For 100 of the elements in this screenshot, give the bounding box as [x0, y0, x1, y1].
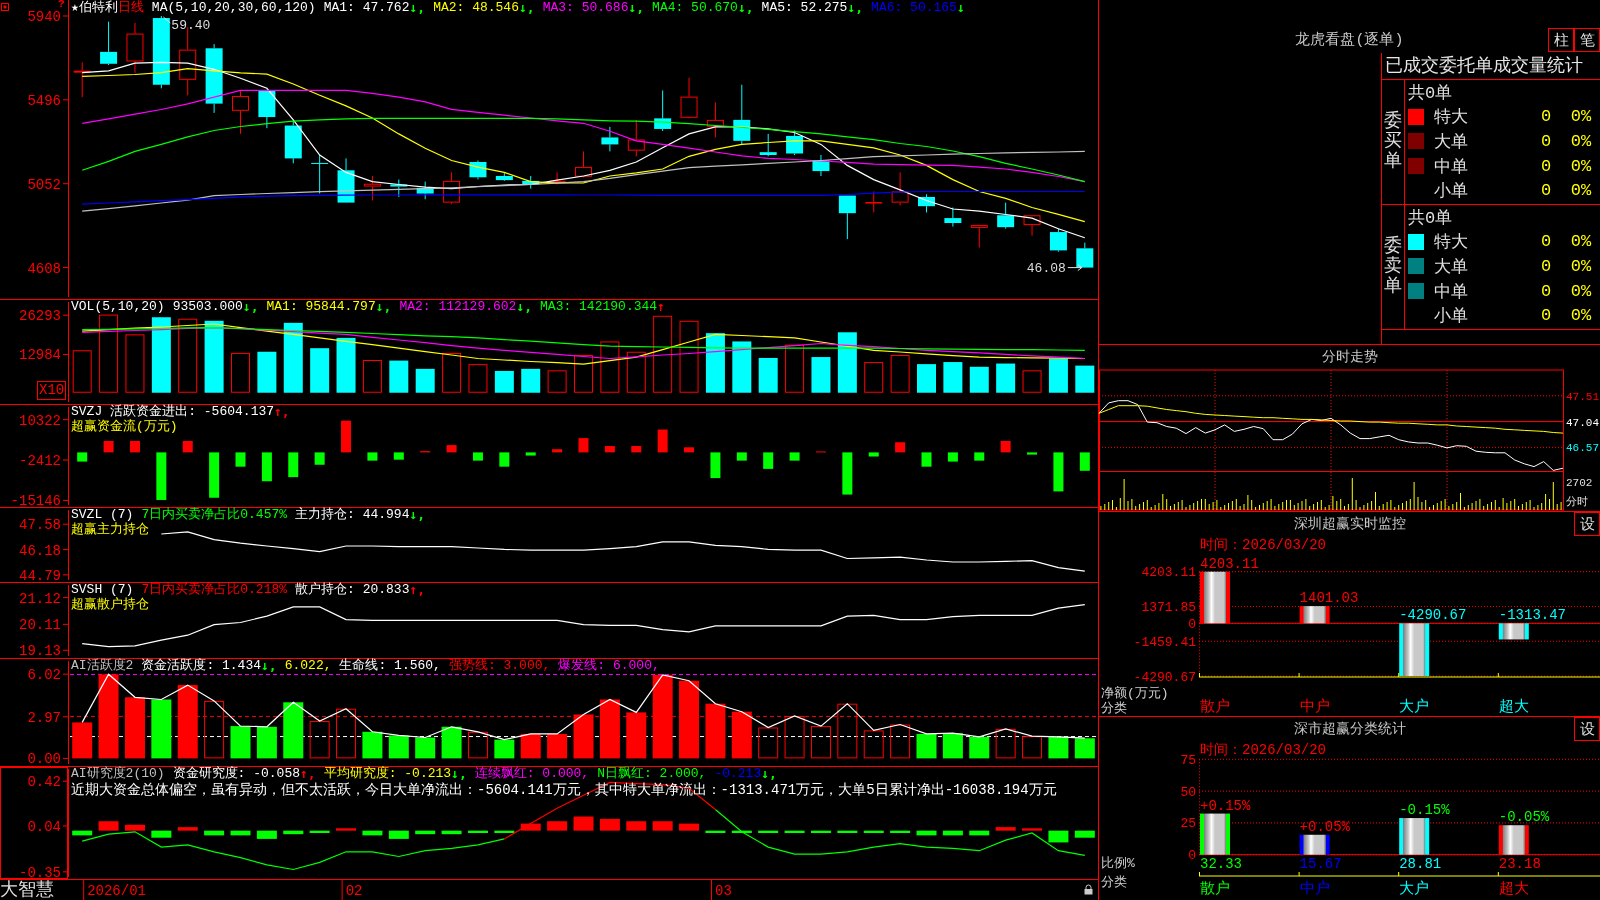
fund-flow-bar	[77, 452, 88, 462]
activity-bar	[758, 727, 779, 759]
research-bar	[336, 828, 357, 831]
activity-bar	[837, 703, 858, 759]
research-bar	[283, 830, 304, 835]
activity-bar	[388, 735, 409, 759]
activity-bar	[467, 731, 488, 759]
change-label: -0.15%	[1399, 802, 1450, 819]
candlestick	[1076, 242, 1094, 269]
volume-bar	[442, 352, 462, 393]
view-button[interactable]: 笔	[1574, 28, 1600, 52]
value-label: 28.81	[1399, 856, 1442, 872]
fund-flow-bar	[288, 452, 299, 478]
axis-label: 21.12	[19, 590, 61, 607]
research-bar	[863, 830, 884, 833]
axis-label: 2702	[1566, 477, 1593, 489]
help-icon[interactable]: ?	[58, 0, 65, 10]
axis-label: 50	[1180, 784, 1196, 800]
legend-item: 散户持仓: 20.833	[295, 583, 410, 597]
date-label: 2026/01	[87, 883, 146, 899]
brand-label: 大智慧	[0, 880, 54, 900]
axis-label: 47.51	[1566, 390, 1599, 403]
axis-label: 44.79	[19, 567, 61, 584]
axis-label: 0	[1188, 616, 1196, 632]
research-bar	[599, 818, 620, 831]
fund-flow-bar	[921, 452, 932, 467]
axis-label: -2412	[19, 453, 61, 470]
research-bar	[309, 830, 330, 833]
candlestick	[73, 61, 91, 98]
fund-flow-bar	[499, 452, 510, 467]
fund-flow-bar	[156, 452, 167, 500]
research-bar	[969, 830, 990, 836]
net-amount-bar	[1299, 606, 1330, 624]
volume-bar	[362, 360, 382, 393]
volume-bar	[494, 370, 514, 393]
order-count: 0	[1540, 156, 1552, 176]
panel-title: 分时走势	[1321, 349, 1378, 365]
unit-tag: X10	[37, 381, 67, 400]
research-bar	[547, 821, 568, 831]
order-share: 0%	[1570, 281, 1592, 301]
legend-item: 平均研究度: -0.213	[323, 767, 452, 781]
lock-icon[interactable]	[1084, 884, 1093, 895]
fund-flow-bar	[604, 446, 615, 453]
axis-title: 净额(万元)	[1101, 686, 1169, 701]
fund-flow-bar	[1079, 452, 1090, 471]
volume-bar	[705, 333, 725, 393]
research-bar	[362, 830, 383, 836]
axis-label: 26293	[19, 308, 61, 325]
panel-title: 深市超赢分类统计	[1293, 721, 1406, 737]
activity-bar	[230, 726, 251, 759]
research-bar	[441, 830, 462, 835]
volume-bar	[917, 364, 936, 393]
activity-bar	[441, 726, 462, 759]
category-label: 超大	[1498, 699, 1529, 716]
category-label: 中户	[1299, 699, 1330, 716]
activity-bar	[573, 714, 594, 759]
time-label: 时间：2026/03/20	[1200, 742, 1326, 758]
square-icon[interactable]	[1, 3, 9, 11]
indicator-caption: 超赢散户持仓	[71, 597, 149, 613]
settings-button[interactable]: 设	[1574, 512, 1600, 536]
order-share: 0%	[1570, 257, 1592, 276]
research-bar	[1022, 828, 1043, 831]
row-label: 中单	[1434, 281, 1468, 303]
activity-bar	[283, 702, 304, 759]
fund-flow-bar	[341, 420, 352, 453]
axis-label: 0.42	[27, 774, 61, 791]
settings-button[interactable]: 设	[1574, 717, 1600, 741]
fund-flow-bar	[868, 452, 879, 457]
axis-label: 4608	[27, 260, 61, 277]
volume-bar	[336, 337, 356, 393]
research-bar	[230, 830, 251, 836]
axis-label: 20.11	[19, 617, 61, 634]
legend-item: 爆发线: 6.000,	[558, 659, 660, 673]
fund-flow-bar	[974, 452, 985, 461]
order-share: 0%	[1570, 232, 1592, 252]
fund-flow-bar	[525, 452, 536, 456]
volume-bar	[283, 322, 303, 393]
research-bar	[1048, 830, 1069, 843]
volume-bar	[521, 368, 541, 393]
research-bar	[1074, 830, 1095, 838]
category-label: 大户	[1399, 881, 1430, 898]
fund-flow-bar	[472, 452, 483, 461]
view-button[interactable]: 柱	[1548, 28, 1574, 52]
order-share: 0%	[1570, 181, 1592, 201]
research-bar	[731, 830, 752, 833]
share-bar	[1498, 825, 1529, 855]
activity-bar	[784, 716, 805, 759]
axis-label: 5940	[27, 9, 61, 25]
legend-item: 活跃资金进出: -5604.137	[110, 405, 275, 419]
volume-bar	[969, 366, 989, 393]
activity-bar	[520, 733, 541, 759]
volume-bar	[1075, 365, 1095, 393]
research-bar	[177, 827, 198, 831]
axis-label: 75	[1180, 752, 1196, 768]
legend-item: 资金研究度: -0.058	[172, 767, 301, 781]
research-bar	[995, 827, 1016, 831]
axis-label: -15146	[10, 493, 61, 510]
indicator-caption: 超赢主力持仓	[71, 522, 149, 538]
volume-bar	[547, 370, 567, 393]
fund-flow-bar	[710, 452, 721, 479]
